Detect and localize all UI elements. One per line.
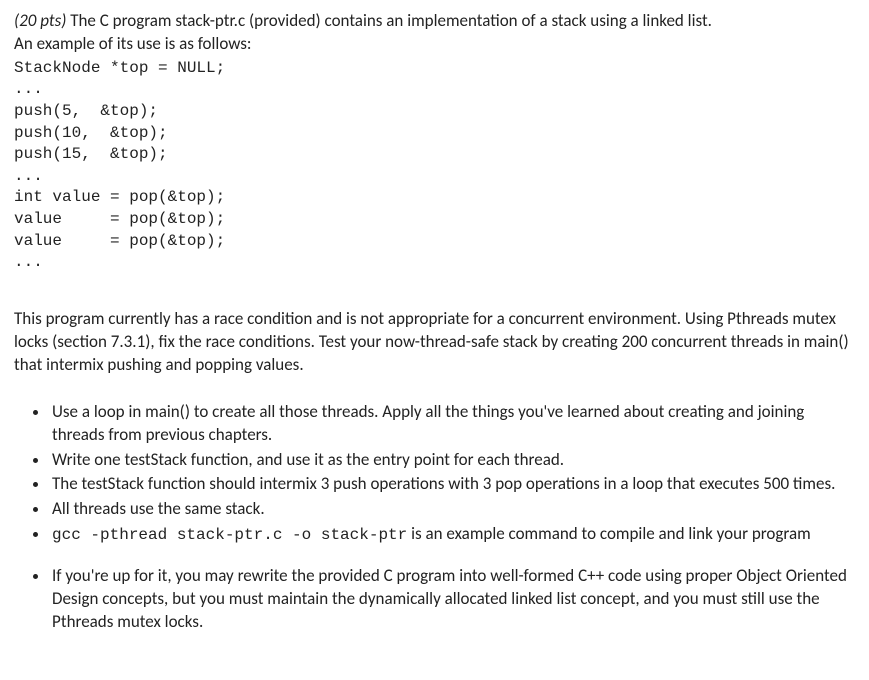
list-item: Write one testStack function, and use it…	[50, 449, 855, 472]
code-pop2: value = pop(&top);	[14, 210, 225, 228]
list-item: The testStack function should intermix 3…	[50, 473, 855, 496]
body-paragraph: This program currently has a race condit…	[14, 308, 855, 377]
points-label: (20 pts)	[14, 10, 66, 31]
code-ellipsis: ...	[14, 80, 43, 98]
code-ellipsis: ...	[14, 253, 43, 271]
code-push3: push(15, &top);	[14, 145, 168, 163]
intro-line2: An example of its use is as follows:	[14, 33, 855, 56]
intro-line1: The C program stack-ptr.c (provided) con…	[66, 10, 712, 31]
list-item: All threads use the same stack.	[50, 498, 855, 521]
code-ellipsis: ...	[14, 167, 43, 185]
bullet-list-2: If you're up for it, you may rewrite the…	[14, 565, 855, 634]
code-decl: StackNode *top = NULL;	[14, 59, 225, 77]
code-pop3: value = pop(&top);	[14, 232, 225, 250]
code-pop1: int value = pop(&top);	[14, 188, 225, 206]
code-push1: push(5, &top);	[14, 102, 158, 120]
intro-paragraph: (20 pts) The C program stack-ptr.c (prov…	[14, 10, 855, 56]
list-item: gcc -pthread stack-ptr.c -o stack-ptr is…	[50, 523, 855, 547]
bullet-list: Use a loop in main() to create all those…	[14, 401, 855, 547]
code-block: StackNode *top = NULL; ... push(5, &top)…	[14, 58, 855, 274]
list-item: Use a loop in main() to create all those…	[50, 401, 855, 447]
code-push2: push(10, &top);	[14, 124, 168, 142]
list-item: If you're up for it, you may rewrite the…	[50, 565, 855, 634]
gcc-command: gcc -pthread stack-ptr.c -o stack-ptr	[52, 526, 407, 544]
gcc-rest: is an example command to compile and lin…	[407, 523, 810, 544]
